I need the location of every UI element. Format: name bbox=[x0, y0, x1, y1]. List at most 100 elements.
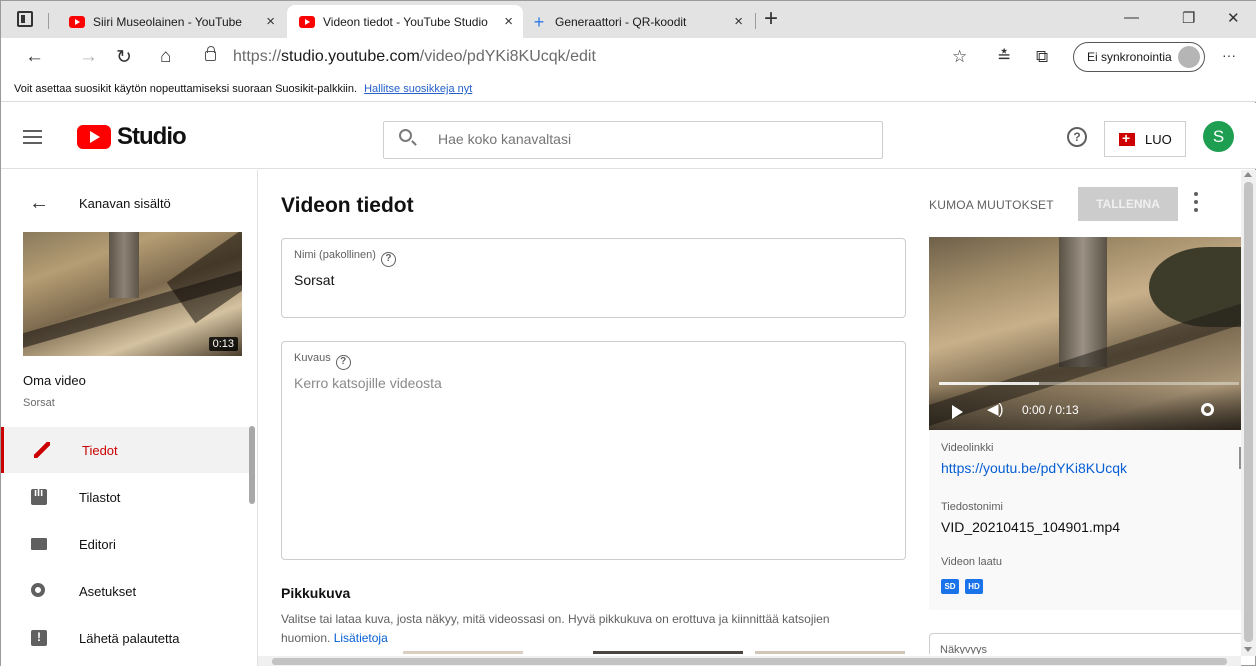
help-icon[interactable]: ? bbox=[335, 355, 351, 370]
video-thumbnail[interactable]: 0:13 bbox=[23, 232, 242, 356]
tab-close-icon[interactable]: × bbox=[504, 13, 513, 30]
sidebar-item-label: Editori bbox=[79, 537, 116, 552]
profile-sync-button[interactable]: Ei synkronointia bbox=[1073, 42, 1205, 72]
sidebar-item-tilastot[interactable]: Tilastot bbox=[1, 474, 251, 520]
window-close-icon[interactable]: ✕ bbox=[1227, 9, 1240, 27]
thumbnail-option[interactable] bbox=[403, 651, 523, 654]
progress-bar[interactable] bbox=[939, 382, 1239, 385]
address-bar[interactable]: https://studio.youtube.com/video/pdYKi8K… bbox=[233, 48, 596, 66]
channel-content-link[interactable]: Kanavan sisältö bbox=[79, 196, 171, 211]
tab-title: Videon tiedot - YouTube Studio bbox=[323, 14, 488, 29]
sidebar-item-label: Tiedot bbox=[82, 443, 118, 458]
manage-favorites-link[interactable]: Hallitse suosikkeja nyt bbox=[364, 83, 472, 95]
back-arrow-icon[interactable]: ← bbox=[29, 192, 49, 215]
filename-label: Tiedostonimi bbox=[941, 501, 1003, 513]
sidebar: ← Kanavan sisältö 0:13 Oma video Sorsat … bbox=[1, 170, 258, 666]
main-content: Videon tiedot Nimi (pakollinen)? Sorsat … bbox=[259, 170, 1241, 654]
video-player[interactable]: ◀) 0:00 / 0:13 bbox=[929, 237, 1241, 430]
page-title: Videon tiedot bbox=[281, 194, 414, 217]
thumbnail-option[interactable] bbox=[755, 651, 905, 654]
play-icon[interactable] bbox=[952, 405, 963, 419]
clapperboard-icon bbox=[31, 538, 47, 550]
page-horizontal-scrollbar[interactable] bbox=[258, 656, 1241, 666]
studio-logo-text[interactable]: Studio bbox=[117, 123, 187, 151]
favorites-icon[interactable]: ≛ bbox=[997, 47, 1011, 67]
description-placeholder[interactable]: Kerro katsojille videosta bbox=[294, 375, 442, 391]
more-icon[interactable]: ··· bbox=[1222, 47, 1236, 63]
video-details-card: Videolinkki https://youtu.be/pdYKi8KUcqk… bbox=[929, 430, 1241, 610]
tab-close-icon[interactable]: × bbox=[266, 13, 275, 30]
thumbnail-heading: Pikkukuva bbox=[281, 585, 351, 601]
url-path: /video/pdYKi8KUcqk/edit bbox=[419, 48, 596, 65]
search-input[interactable] bbox=[438, 131, 858, 147]
lock-icon[interactable] bbox=[205, 46, 216, 61]
volume-icon[interactable]: ◀) bbox=[987, 400, 1004, 418]
channel-search[interactable] bbox=[383, 121, 883, 159]
description-label-text: Kuvaus bbox=[294, 352, 331, 364]
browser-toolbar: ← → ↻ ⌂ https://studio.youtube.com/video… bbox=[1, 38, 1256, 78]
home-icon[interactable]: ⌂ bbox=[160, 46, 171, 68]
search-icon[interactable] bbox=[399, 129, 412, 142]
save-button[interactable]: TALLENNA bbox=[1078, 187, 1178, 221]
thumbnail-tree bbox=[109, 232, 139, 298]
scrollbar-thumb[interactable] bbox=[272, 658, 1227, 665]
feedback-icon bbox=[31, 630, 47, 646]
youtube-icon bbox=[69, 15, 85, 28]
create-button[interactable]: LUO bbox=[1104, 121, 1186, 157]
visibility-label: Näkyvyys bbox=[940, 644, 988, 654]
menu-icon[interactable] bbox=[23, 130, 42, 144]
title-field-label: Nimi (pakollinen)? bbox=[294, 249, 396, 267]
add-favorite-icon[interactable]: ☆ bbox=[952, 47, 967, 67]
account-avatar[interactable]: S bbox=[1203, 121, 1234, 152]
forward-icon[interactable]: → bbox=[79, 46, 98, 68]
sidebar-scrollbar[interactable] bbox=[249, 426, 255, 504]
sync-label: Ei synkronointia bbox=[1087, 50, 1172, 64]
duration-badge: 0:13 bbox=[208, 337, 238, 351]
studio-header: Studio ? LUO S bbox=[1, 103, 1256, 169]
scroll-up-icon[interactable] bbox=[1244, 172, 1252, 177]
reload-icon[interactable]: ↻ bbox=[116, 46, 132, 69]
help-icon[interactable]: ? bbox=[1067, 127, 1087, 147]
sidebar-item-asetukset[interactable]: Asetukset bbox=[1, 568, 251, 614]
youtube-logo-icon[interactable] bbox=[77, 125, 111, 149]
title-label-text: Nimi (pakollinen) bbox=[294, 249, 376, 261]
page-vertical-scrollbar[interactable] bbox=[1241, 170, 1256, 656]
filename-value: VID_20210415_104901.mp4 bbox=[941, 519, 1121, 535]
sidebar-item-tiedot[interactable]: Tiedot bbox=[1, 427, 251, 473]
thumbnail-option[interactable] bbox=[593, 651, 743, 654]
tab-actions-icon[interactable] bbox=[17, 11, 33, 27]
new-tab-icon[interactable]: + bbox=[764, 7, 778, 31]
tab-siiri-museolainen[interactable]: Siiri Museolainen - YouTube × bbox=[59, 5, 285, 38]
description-field[interactable]: Kuvaus? Kerro katsojille videosta bbox=[281, 341, 906, 560]
more-options-icon[interactable] bbox=[1194, 192, 1198, 212]
tab-generaattori[interactable]: + Generaattori - QR-koodit × bbox=[525, 5, 753, 38]
help-icon[interactable]: ? bbox=[380, 252, 396, 267]
thumbnail-description: Valitse tai lataa kuva, josta näkyy, mit… bbox=[281, 610, 881, 648]
tab-close-icon[interactable]: × bbox=[734, 13, 743, 30]
visibility-card[interactable]: Näkyvyys bbox=[929, 633, 1241, 654]
tab-videon-tiedot[interactable]: Videon tiedot - YouTube Studio × bbox=[287, 5, 523, 38]
tab-separator bbox=[755, 13, 756, 29]
collections-icon[interactable]: ⧉ bbox=[1036, 47, 1048, 67]
sidebar-item-editori[interactable]: Editori bbox=[1, 521, 251, 567]
learn-more-link[interactable]: Lisätietoja bbox=[334, 631, 388, 645]
back-icon[interactable]: ← bbox=[25, 46, 44, 68]
tab-title: Siiri Museolainen - YouTube bbox=[93, 14, 242, 29]
settings-gear-icon[interactable] bbox=[1201, 403, 1214, 416]
url-scheme: https:// bbox=[233, 48, 282, 65]
sidebar-item-palaute[interactable]: Lähetä palautetta bbox=[1, 615, 251, 661]
sidebar-item-label: Tilastot bbox=[79, 490, 121, 505]
title-value[interactable]: Sorsat bbox=[294, 272, 334, 288]
video-link-label: Videolinkki bbox=[941, 442, 994, 454]
scrollbar-thumb[interactable] bbox=[1244, 182, 1253, 642]
create-label: LUO bbox=[1145, 132, 1172, 147]
player-controls: ◀) 0:00 / 0:13 bbox=[929, 387, 1241, 430]
restore-icon[interactable]: ❐ bbox=[1182, 9, 1195, 27]
undo-changes-button[interactable]: KUMOA MUUTOKSET bbox=[929, 198, 1054, 212]
minimize-icon[interactable]: — bbox=[1124, 9, 1139, 26]
tab-separator bbox=[48, 13, 49, 29]
browser-tab-strip: Siiri Museolainen - YouTube × Videon tie… bbox=[1, 1, 1256, 38]
video-link[interactable]: https://youtu.be/pdYKi8KUcqk bbox=[941, 460, 1127, 476]
title-field[interactable]: Nimi (pakollinen)? Sorsat bbox=[281, 238, 906, 318]
scroll-down-icon[interactable] bbox=[1244, 647, 1252, 652]
